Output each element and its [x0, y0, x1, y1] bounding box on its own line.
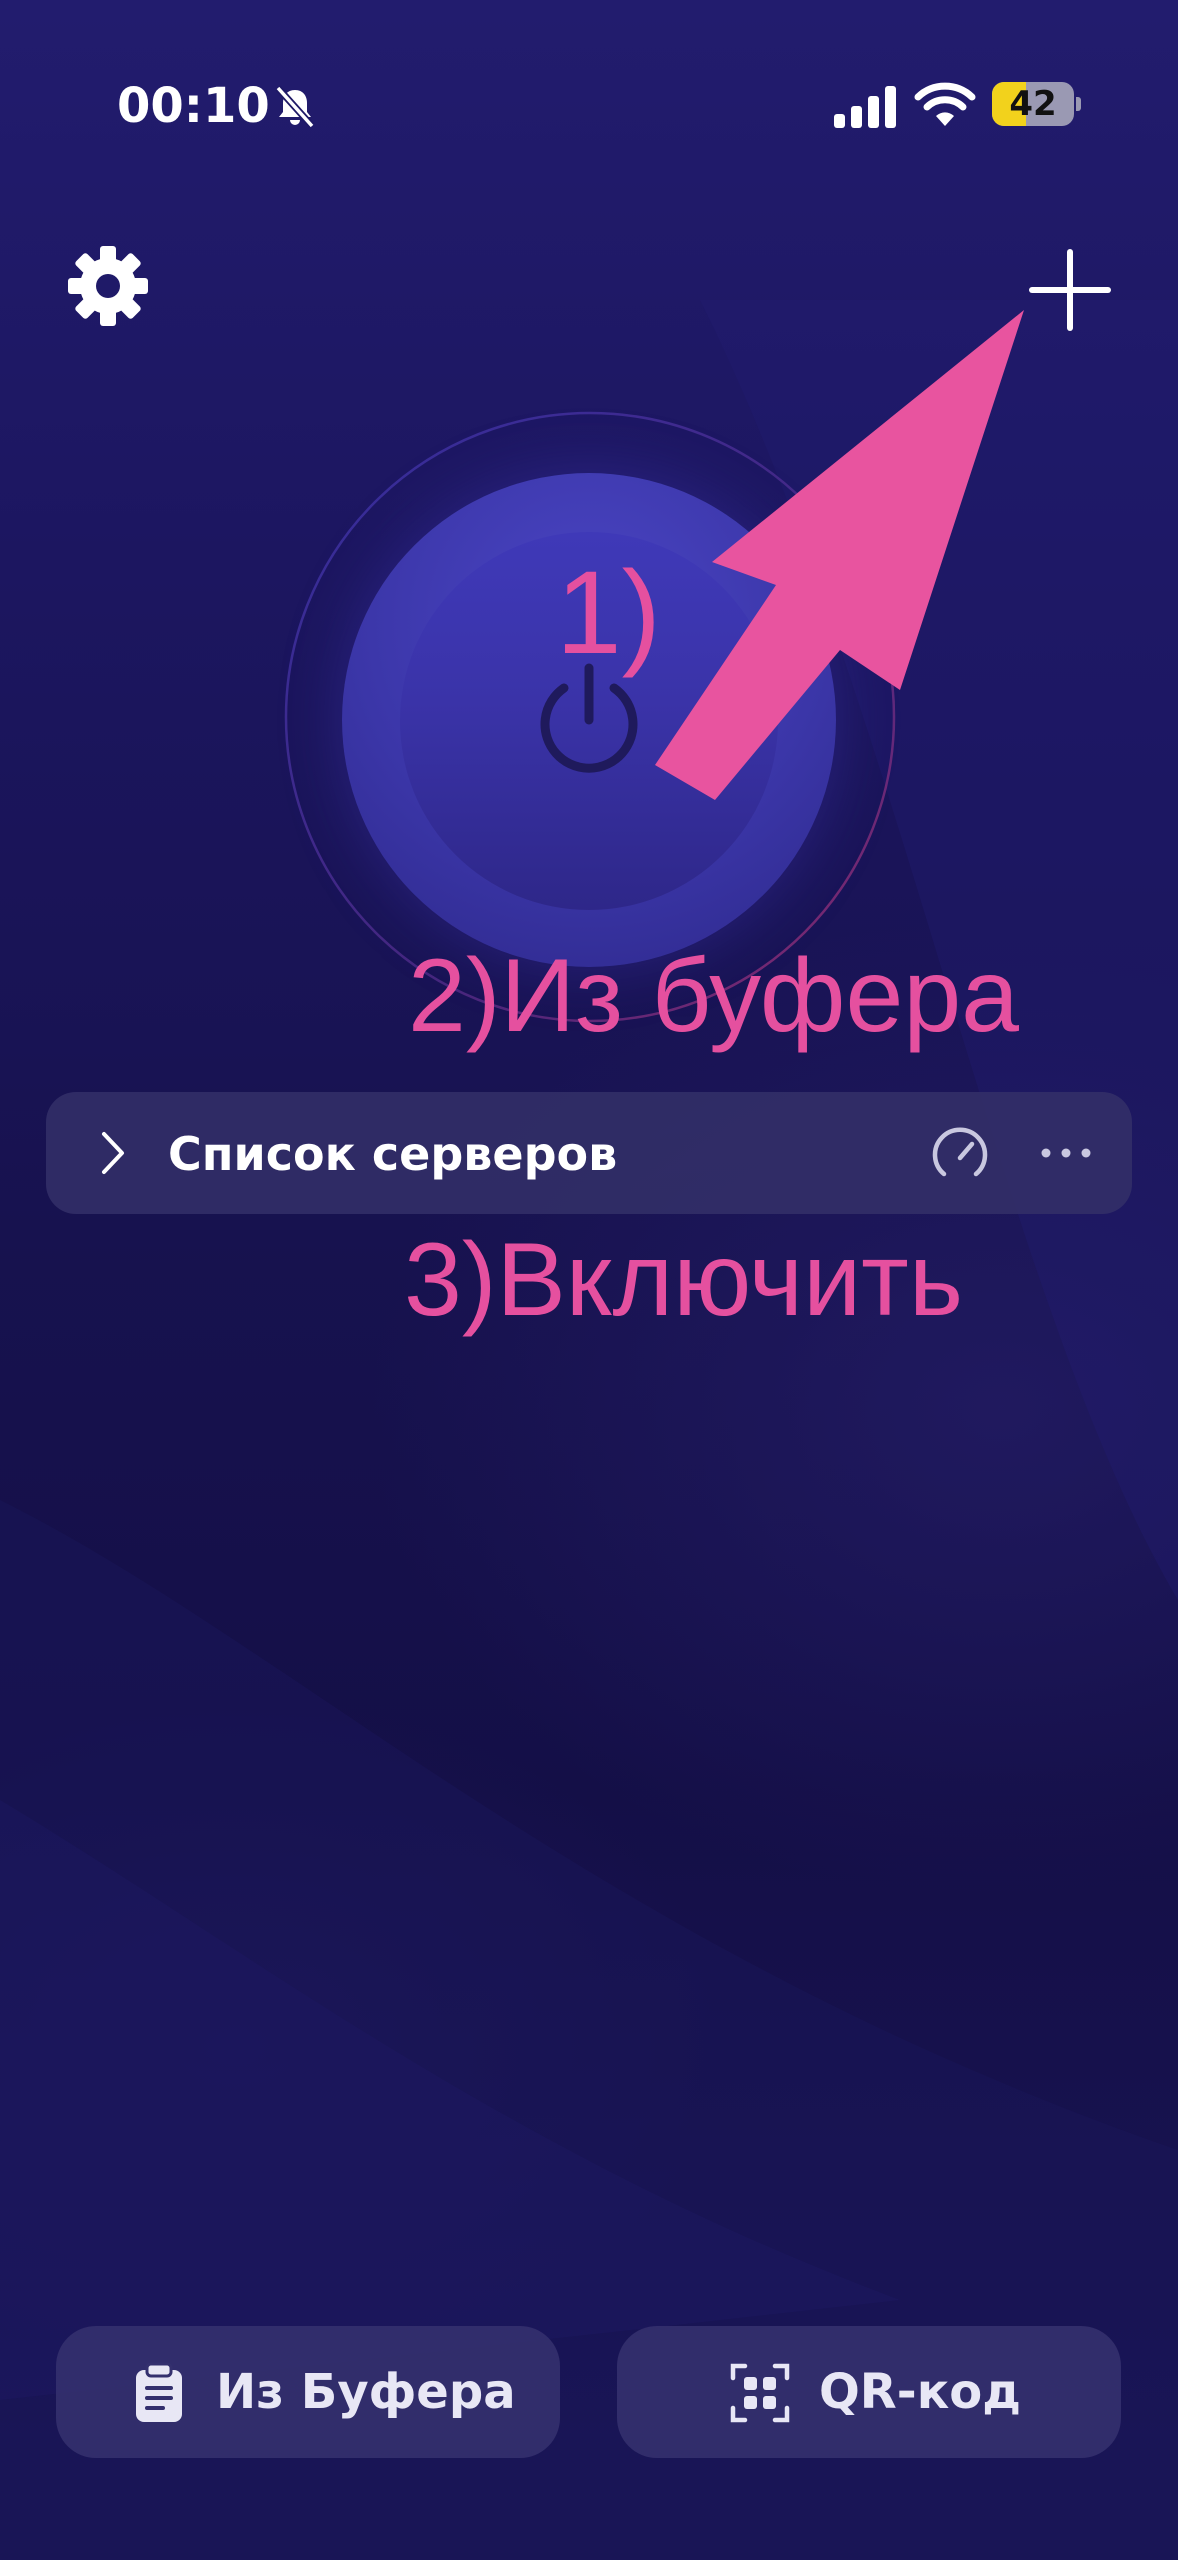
clipboard-icon	[136, 2362, 182, 2422]
annotation-step-2: 2)Из буфера	[408, 938, 1019, 1054]
qr-code-label: QR-код	[819, 2364, 1022, 2420]
clipboard-import-button[interactable]: Из Буфера	[56, 2326, 560, 2458]
chevron-right-icon[interactable]	[98, 1130, 128, 1176]
bell-slash-icon	[275, 85, 315, 129]
wifi-icon	[914, 82, 976, 126]
gear-icon[interactable]	[62, 240, 154, 332]
battery-level: 42	[1009, 84, 1057, 124]
pink-arrow-annotation	[655, 310, 1024, 800]
speedometer-icon[interactable]	[930, 1124, 990, 1184]
more-icon[interactable]	[1036, 1138, 1096, 1168]
battery-indicator: 42	[992, 82, 1082, 126]
qr-code-icon	[730, 2363, 790, 2423]
server-list-label: Список серверов	[168, 1127, 618, 1181]
signal-icon	[834, 86, 896, 128]
qr-code-button[interactable]: QR-код	[617, 2326, 1121, 2458]
annotation-step-1: 1)	[556, 547, 661, 679]
clipboard-import-label: Из Буфера	[216, 2364, 516, 2420]
annotation-step-3: 3)Включить	[404, 1222, 963, 1338]
status-time: 00:10	[117, 78, 270, 134]
